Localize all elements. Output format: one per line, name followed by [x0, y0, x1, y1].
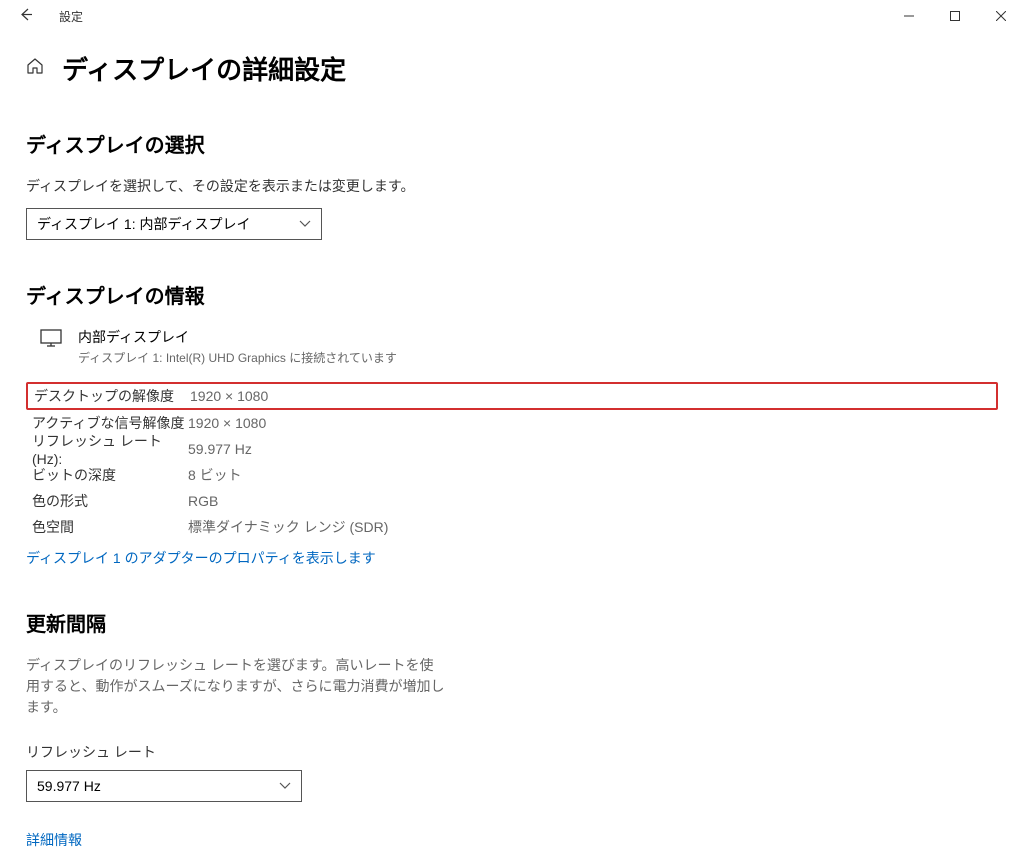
- bit-depth-label: ビットの深度: [32, 465, 188, 485]
- display-connection: ディスプレイ 1: Intel(R) UHD Graphics に接続されていま…: [78, 349, 397, 366]
- display-info-section: ディスプレイの情報 内部ディスプレイ ディスプレイ 1: Intel(R) UH…: [26, 280, 998, 568]
- display-info-table: デスクトップの解像度 1920 × 1080 アクティブな信号解像度 1920 …: [26, 382, 998, 540]
- minimize-button[interactable]: [886, 0, 932, 32]
- back-button[interactable]: [18, 7, 33, 26]
- bit-depth-value: 8 ビット: [188, 465, 242, 485]
- desktop-resolution-label: デスクトップの解像度: [34, 386, 190, 406]
- refresh-description: ディスプレイのリフレッシュ レートを選びます。高いレートを使用すると、動作がスム…: [26, 655, 446, 718]
- adapter-properties-link[interactable]: ディスプレイ 1 のアダプターのプロパティを表示します: [26, 548, 376, 568]
- monitor-icon: [40, 329, 62, 352]
- color-space-row: 色空間 標準ダイナミック レンジ (SDR): [26, 514, 998, 540]
- section-heading-refresh: 更新間隔: [26, 608, 998, 637]
- display-name: 内部ディスプレイ: [78, 327, 397, 347]
- select-display-section: ディスプレイの選択 ディスプレイを選択して、その設定を表示または変更します。 デ…: [26, 129, 998, 240]
- refresh-rate-selected: 59.977 Hz: [37, 778, 101, 794]
- titlebar: 設定: [0, 0, 1024, 32]
- display-select-dropdown[interactable]: ディスプレイ 1: 内部ディスプレイ: [26, 208, 322, 240]
- color-space-value: 標準ダイナミック レンジ (SDR): [188, 517, 388, 537]
- desktop-resolution-value: 1920 × 1080: [190, 388, 268, 404]
- section-heading-select: ディスプレイの選択: [26, 129, 998, 158]
- bit-depth-row: ビットの深度 8 ビット: [26, 462, 998, 488]
- refresh-rate-dropdown[interactable]: 59.977 Hz: [26, 770, 302, 802]
- close-button[interactable]: [978, 0, 1024, 32]
- window-title: 設定: [59, 8, 83, 25]
- refresh-rate-label: リフレッシュ レート (Hz):: [32, 431, 188, 467]
- home-icon[interactable]: [26, 57, 44, 80]
- refresh-rate-value: 59.977 Hz: [188, 441, 252, 457]
- display-select-value: ディスプレイ 1: 内部ディスプレイ: [37, 214, 251, 234]
- refresh-rate-row: リフレッシュ レート (Hz): 59.977 Hz: [26, 436, 998, 462]
- color-format-label: 色の形式: [32, 491, 188, 511]
- chevron-down-icon: [279, 779, 291, 793]
- active-resolution-value: 1920 × 1080: [188, 415, 266, 431]
- section-heading-info: ディスプレイの情報: [26, 280, 998, 309]
- color-format-row: 色の形式 RGB: [26, 488, 998, 514]
- select-display-description: ディスプレイを選択して、その設定を表示または変更します。: [26, 176, 998, 196]
- active-resolution-label: アクティブな信号解像度: [32, 413, 188, 433]
- chevron-down-icon: [299, 217, 311, 231]
- desktop-resolution-row: デスクトップの解像度 1920 × 1080: [26, 382, 998, 410]
- page-title: ディスプレイの詳細設定: [62, 50, 346, 87]
- color-format-value: RGB: [188, 493, 218, 509]
- refresh-section: 更新間隔 ディスプレイのリフレッシュ レートを選びます。高いレートを使用すると、…: [26, 608, 998, 850]
- details-link[interactable]: 詳細情報: [26, 830, 82, 850]
- maximize-button[interactable]: [932, 0, 978, 32]
- refresh-rate-field-label: リフレッシュ レート: [26, 742, 998, 762]
- color-space-label: 色空間: [32, 517, 188, 537]
